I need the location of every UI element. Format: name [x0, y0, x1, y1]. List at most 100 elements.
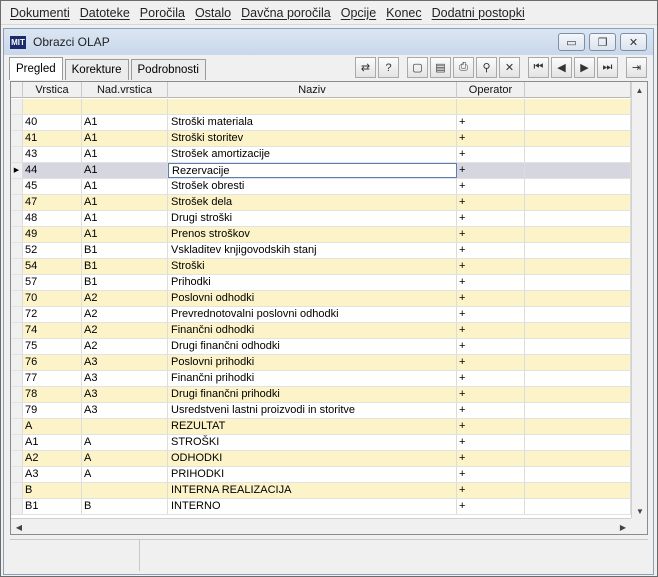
cell-naziv[interactable]: Poslovni odhodki	[168, 291, 457, 306]
menu-item-konec[interactable]: Konec	[381, 6, 426, 20]
column-header-operator[interactable]: Operator	[457, 82, 525, 98]
open-folder-button[interactable]: ▤	[430, 57, 451, 78]
row-indicator[interactable]	[11, 435, 23, 450]
cell-nad-vrstica[interactable]: A	[82, 451, 168, 466]
cell-nad-vrstica[interactable]: A2	[82, 339, 168, 354]
row-indicator[interactable]	[11, 115, 23, 130]
row-indicator[interactable]	[11, 99, 23, 114]
table-row[interactable]: A2 A ODHODKI +	[11, 451, 631, 467]
row-indicator[interactable]	[11, 403, 23, 418]
cell-nad-vrstica[interactable]: A1	[82, 147, 168, 162]
prev-record-button[interactable]: ◀	[551, 57, 572, 78]
cell-operator[interactable]: +	[457, 211, 525, 226]
table-row[interactable]	[11, 99, 631, 115]
row-indicator[interactable]	[11, 147, 23, 162]
menu-item-dodatni-postopki[interactable]: Dodatni postopki	[427, 6, 530, 20]
row-indicator[interactable]	[11, 275, 23, 290]
table-row[interactable]: 47 A1 Strošek dela +	[11, 195, 631, 211]
cell-vrstica[interactable]: 47	[23, 195, 82, 210]
cell-naziv[interactable]: Poslovni prihodki	[168, 355, 457, 370]
cell-vrstica[interactable]: 57	[23, 275, 82, 290]
scroll-right-icon[interactable]: ▶	[615, 519, 631, 535]
cell-operator[interactable]: +	[457, 243, 525, 258]
cell-operator[interactable]: +	[457, 403, 525, 418]
cell-nad-vrstica[interactable]: A2	[82, 291, 168, 306]
cell-vrstica[interactable]: B	[23, 483, 82, 498]
cell-operator[interactable]: +	[457, 419, 525, 434]
cell-nad-vrstica[interactable]: A3	[82, 371, 168, 386]
menu-item-davčna-poročila[interactable]: Davčna poročila	[236, 6, 336, 20]
cell-naziv[interactable]: Prihodki	[168, 275, 457, 290]
cell-vrstica[interactable]: B1	[23, 499, 82, 514]
window-titlebar[interactable]: MIT Obrazci OLAP ▭ ❐ ✕	[4, 29, 653, 55]
tab-korekture[interactable]: Korekture	[64, 59, 129, 80]
cell-nad-vrstica[interactable]: A3	[82, 403, 168, 418]
cell-vrstica[interactable]: A1	[23, 435, 82, 450]
scroll-down-icon[interactable]: ▼	[632, 503, 648, 519]
cell-operator[interactable]: +	[457, 195, 525, 210]
table-row[interactable]: 45 A1 Strošek obresti +	[11, 179, 631, 195]
row-indicator[interactable]	[11, 227, 23, 242]
cell-vrstica[interactable]: 48	[23, 211, 82, 226]
cell-nad-vrstica[interactable]: B1	[82, 243, 168, 258]
cell-nad-vrstica[interactable]: A	[82, 435, 168, 450]
cell-naziv[interactable]: Finančni prihodki	[168, 371, 457, 386]
cell-nad-vrstica[interactable]: A1	[82, 115, 168, 130]
row-indicator[interactable]	[11, 499, 23, 514]
cell-naziv-editor[interactable]: Rezervacije	[168, 163, 457, 178]
row-indicator[interactable]	[11, 323, 23, 338]
table-row[interactable]: A REZULTAT +	[11, 419, 631, 435]
menu-item-datoteke[interactable]: Datoteke	[75, 6, 135, 20]
cell-operator[interactable]: +	[457, 291, 525, 306]
cell-nad-vrstica[interactable]	[82, 99, 168, 114]
first-record-button[interactable]: ⏮	[528, 57, 549, 78]
menu-item-dokumenti[interactable]: Dokumenti	[5, 6, 75, 20]
cell-naziv[interactable]: Strošek obresti	[168, 179, 457, 194]
cell-nad-vrstica[interactable]: A3	[82, 387, 168, 402]
cell-naziv[interactable]: Drugi stroški	[168, 211, 457, 226]
cell-nad-vrstica[interactable]: B	[82, 499, 168, 514]
table-row[interactable]: 79 A3 Usredstveni lastni proizvodi in stor…	[11, 403, 631, 419]
cell-operator[interactable]: +	[457, 307, 525, 322]
table-row[interactable]: 78 A3 Drugi finančni prihodki +	[11, 387, 631, 403]
tab-podrobnosti[interactable]: Podrobnosti	[130, 59, 206, 80]
cell-naziv[interactable]: REZULTAT	[168, 419, 457, 434]
cell-vrstica[interactable]: 54	[23, 259, 82, 274]
row-indicator[interactable]	[11, 179, 23, 194]
vertical-scrollbar[interactable]: ▲ ▼	[631, 82, 647, 519]
next-record-button[interactable]: ▶	[574, 57, 595, 78]
table-row[interactable]: 41 A1 Stroški storitev +	[11, 131, 631, 147]
cell-operator[interactable]: +	[457, 115, 525, 130]
cell-naziv[interactable]: PRIHODKI	[168, 467, 457, 482]
row-indicator[interactable]	[11, 243, 23, 258]
cell-vrstica[interactable]: 74	[23, 323, 82, 338]
table-row[interactable]: 77 A3 Finančni prihodki +	[11, 371, 631, 387]
cell-operator[interactable]: +	[457, 259, 525, 274]
cell-operator[interactable]	[457, 99, 525, 114]
cell-vrstica[interactable]: A	[23, 419, 82, 434]
row-indicator[interactable]	[11, 211, 23, 226]
table-row[interactable]: 49 A1 Prenos stroškov +	[11, 227, 631, 243]
row-indicator[interactable]	[11, 339, 23, 354]
cell-vrstica[interactable]: 43	[23, 147, 82, 162]
cell-vrstica[interactable]: 77	[23, 371, 82, 386]
cell-operator[interactable]: +	[457, 339, 525, 354]
table-row[interactable]: 48 A1 Drugi stroški +	[11, 211, 631, 227]
cell-operator[interactable]: +	[457, 179, 525, 194]
row-indicator[interactable]	[11, 451, 23, 466]
cell-naziv[interactable]: INTERNA REALIZACIJA	[168, 483, 457, 498]
row-indicator[interactable]	[11, 387, 23, 402]
row-indicator[interactable]	[11, 195, 23, 210]
cell-operator[interactable]: +	[457, 275, 525, 290]
table-row[interactable]: A3 A PRIHODKI +	[11, 467, 631, 483]
cell-operator[interactable]: +	[457, 131, 525, 146]
cell-operator[interactable]: +	[457, 483, 525, 498]
cell-nad-vrstica[interactable]: A1	[82, 131, 168, 146]
cell-nad-vrstica[interactable]: B1	[82, 259, 168, 274]
row-indicator[interactable]	[11, 483, 23, 498]
cell-vrstica[interactable]: 49	[23, 227, 82, 242]
cell-operator[interactable]: +	[457, 467, 525, 482]
table-row[interactable]: 75 A2 Drugi finančni odhodki +	[11, 339, 631, 355]
table-row[interactable]: 74 A2 Finančni odhodki +	[11, 323, 631, 339]
menu-item-ostalo[interactable]: Ostalo	[190, 6, 236, 20]
